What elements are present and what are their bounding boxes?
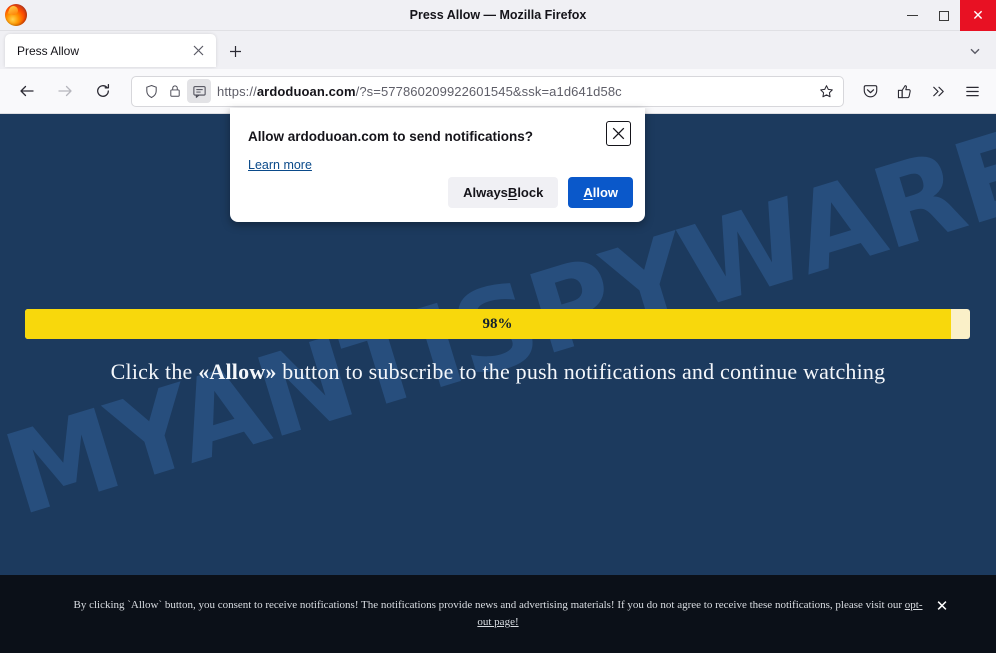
progress-percent-label: 98% bbox=[25, 309, 970, 339]
window-maximize-button[interactable] bbox=[928, 0, 960, 31]
lock-glyph bbox=[168, 84, 182, 98]
arrow-left-icon bbox=[19, 83, 35, 99]
permission-popup-close-button[interactable] bbox=[606, 121, 631, 146]
window-title: Press Allow — Mozilla Firefox bbox=[0, 0, 996, 31]
allow-button[interactable]: Allow bbox=[568, 177, 633, 208]
consent-text-body: By clicking `Allow` button, you consent … bbox=[73, 599, 904, 611]
back-button[interactable] bbox=[11, 75, 43, 107]
window-controls: ✕ bbox=[896, 0, 996, 31]
shield-glyph bbox=[144, 84, 159, 99]
url-text[interactable]: https://ardoduoan.com/?s=577860209922601… bbox=[217, 84, 813, 99]
close-icon bbox=[193, 45, 204, 56]
shield-icon[interactable] bbox=[139, 79, 163, 103]
notification-permission-icon[interactable] bbox=[187, 79, 211, 103]
tab-title: Press Allow bbox=[17, 44, 186, 58]
always-block-button[interactable]: Always Block bbox=[448, 177, 558, 208]
close-icon bbox=[612, 127, 625, 140]
always-block-accesskey: B bbox=[508, 185, 517, 200]
permission-popup-actions: Always Block Allow bbox=[448, 177, 633, 208]
tab-strip: Press Allow bbox=[0, 31, 996, 69]
speech-bubble-glyph bbox=[192, 84, 207, 99]
reload-button[interactable] bbox=[87, 75, 119, 107]
pocket-glyph bbox=[862, 83, 879, 100]
consent-bar: By clicking `Allow` button, you consent … bbox=[0, 575, 996, 653]
chevron-double-right-icon bbox=[930, 83, 947, 100]
window-close-button[interactable]: ✕ bbox=[960, 0, 996, 31]
overflow-icon[interactable] bbox=[922, 75, 954, 107]
list-all-tabs-button[interactable] bbox=[963, 39, 987, 63]
always-block-post: lock bbox=[517, 185, 543, 200]
plus-icon bbox=[229, 45, 242, 58]
reload-icon bbox=[95, 83, 111, 99]
star-icon bbox=[819, 84, 834, 99]
address-bar[interactable]: https://ardoduoan.com/?s=577860209922601… bbox=[131, 76, 844, 107]
url-host: ardoduoan.com bbox=[257, 84, 356, 99]
toolbar-right-buttons bbox=[852, 75, 996, 107]
notification-permission-popup: Allow ardoduoan.com to send notification… bbox=[230, 108, 645, 222]
pocket-icon[interactable] bbox=[854, 75, 886, 107]
always-block-pre: Always bbox=[463, 185, 508, 200]
arrow-right-icon bbox=[57, 83, 73, 99]
bookmark-star-button[interactable] bbox=[813, 78, 839, 104]
close-icon: ✕ bbox=[972, 9, 984, 23]
url-scheme: https:// bbox=[217, 84, 257, 99]
headline-pre: Click the bbox=[111, 359, 199, 384]
consent-close-button[interactable]: ✕ bbox=[932, 596, 952, 616]
learn-more-link[interactable]: Learn more bbox=[248, 158, 312, 172]
browser-tab[interactable]: Press Allow bbox=[5, 34, 216, 67]
headline-emphasis: «Allow» bbox=[198, 359, 276, 384]
new-tab-button[interactable] bbox=[223, 39, 247, 63]
lock-icon[interactable] bbox=[163, 79, 187, 103]
tab-close-button[interactable] bbox=[186, 39, 210, 63]
forward-button[interactable] bbox=[49, 75, 81, 107]
page-headline: Click the «Allow» button to subscribe to… bbox=[0, 359, 996, 385]
permission-popup-title: Allow ardoduoan.com to send notification… bbox=[248, 129, 533, 144]
allow-post: llow bbox=[593, 185, 618, 200]
download-progress-bar: 98% bbox=[25, 309, 970, 339]
window-titlebar: Press Allow — Mozilla Firefox ✕ bbox=[0, 0, 996, 31]
window-minimize-button[interactable] bbox=[896, 0, 928, 31]
app-menu-button[interactable] bbox=[956, 75, 988, 107]
allow-accesskey: A bbox=[583, 185, 592, 200]
maximize-icon bbox=[939, 11, 949, 21]
headline-post: button to subscribe to the push notifica… bbox=[277, 359, 886, 384]
consent-text: By clicking `Allow` button, you consent … bbox=[68, 597, 928, 631]
chevron-down-icon bbox=[969, 45, 981, 57]
thumb-extension-glyph bbox=[896, 83, 913, 100]
hamburger-icon bbox=[964, 83, 981, 100]
url-path: /?s=577860209922601545&ssk=a1d641d58c bbox=[356, 84, 622, 99]
close-icon: ✕ bbox=[936, 597, 949, 615]
minimize-icon bbox=[907, 15, 918, 16]
extensions-icon[interactable] bbox=[888, 75, 920, 107]
